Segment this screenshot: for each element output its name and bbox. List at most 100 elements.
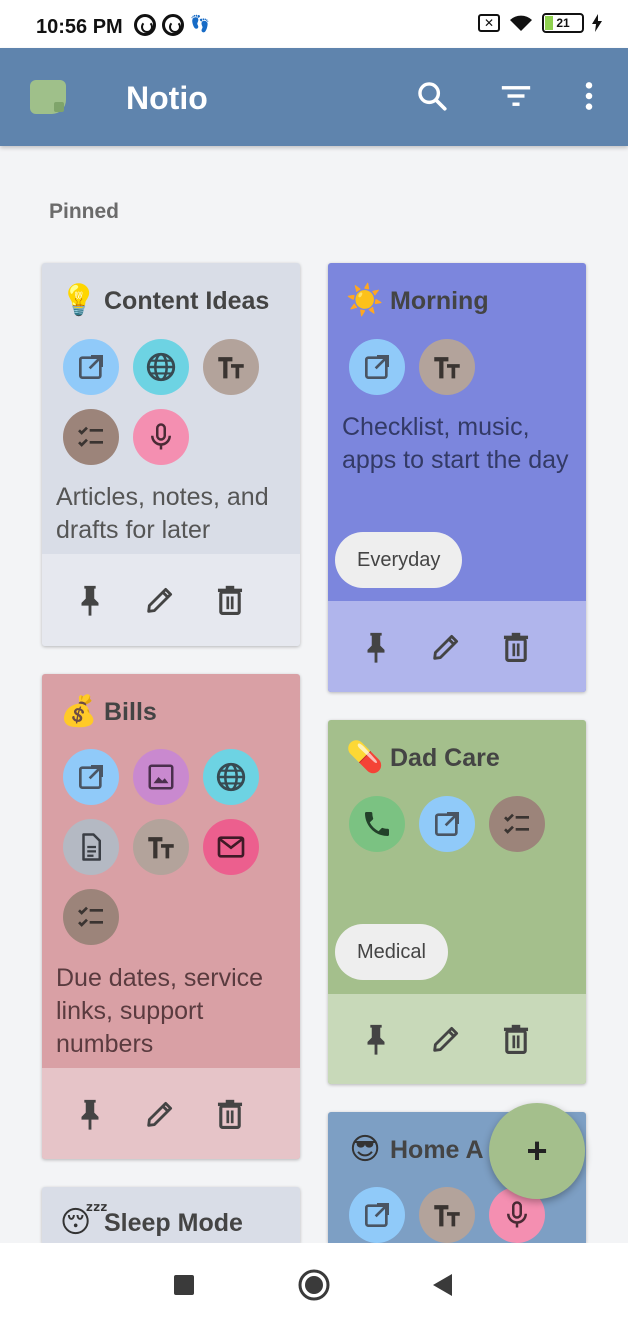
microphone-icon[interactable] — [133, 409, 189, 465]
status-bar: 10:56 PM 👣 ✕ 21 — [0, 0, 628, 48]
pin-icon — [367, 632, 385, 663]
open-link-icon[interactable] — [63, 749, 119, 805]
more-options-button[interactable] — [569, 76, 609, 116]
note-card-dad-care[interactable]: 💊 Dad Care Medical — [328, 720, 586, 1084]
pin-icon — [81, 585, 99, 616]
edit-button[interactable] — [424, 1017, 468, 1061]
search-icon — [418, 82, 447, 111]
text-icon[interactable] — [203, 339, 259, 395]
card-description: Checklist, music, apps to start the day — [342, 413, 569, 474]
delete-button[interactable] — [208, 578, 252, 622]
card-tag[interactable]: Medical — [335, 924, 448, 980]
footsteps-icon: 👣 — [190, 16, 210, 33]
status-time: 10:56 PM — [36, 16, 123, 38]
edit-button[interactable] — [138, 1092, 182, 1136]
more-vert-icon — [585, 82, 593, 110]
app-logo — [30, 80, 66, 114]
card-emoji: ☀️ — [346, 284, 384, 317]
checklist-icon[interactable] — [63, 409, 119, 465]
status-right-icons: ✕ 21 — [478, 13, 602, 33]
battery-icon: 21 — [542, 13, 584, 33]
system-nav-bar — [0, 1243, 628, 1326]
note-card-morning[interactable]: ☀️ Morning Checklist, music, apps to sta… — [328, 263, 586, 692]
note-card-bills[interactable]: 💰 Bills Due dates, service links, suppor… — [42, 674, 300, 1159]
pin-icon — [367, 1024, 385, 1055]
card-emoji: 😎 — [349, 1133, 381, 1166]
filter-button[interactable] — [496, 76, 536, 116]
pin-button[interactable] — [354, 625, 398, 669]
edit-icon — [433, 1026, 459, 1052]
image-icon[interactable] — [133, 749, 189, 805]
card-title: Dad Care — [390, 743, 500, 772]
delete-button[interactable] — [208, 1092, 252, 1136]
app-title: Notio — [126, 80, 208, 116]
card-header: 💊 Dad Care — [346, 740, 500, 776]
text-icon[interactable] — [133, 819, 189, 875]
open-link-icon[interactable] — [349, 1187, 405, 1243]
status-left-icons: 👣 — [134, 14, 210, 36]
globe-icon[interactable] — [133, 339, 189, 395]
checklist-icon[interactable] — [489, 796, 545, 852]
note-card-content-ideas[interactable]: 💡 Content Ideas Articles, notes, and dra… — [42, 263, 300, 646]
pin-button[interactable] — [68, 1092, 112, 1136]
card-title: Content Ideas — [104, 286, 270, 315]
checklist-icon[interactable] — [63, 889, 119, 945]
at-sign-icon — [134, 14, 156, 36]
card-emoji: 💰 — [60, 695, 98, 728]
delete-button[interactable] — [494, 1017, 538, 1061]
card-header: 😴 Sleep Mode — [60, 1205, 243, 1241]
add-note-button[interactable]: + — [489, 1103, 585, 1199]
open-link-icon[interactable] — [63, 339, 119, 395]
delete-icon — [217, 585, 243, 616]
card-description: Articles, notes, and drafts for later — [56, 483, 269, 544]
sim-x-icon: ✕ — [478, 14, 500, 32]
card-actions — [42, 554, 300, 646]
card-header: 💰 Bills — [60, 694, 156, 730]
note-card-sleep-mode[interactable]: 😴 Sleep Mode — [42, 1187, 300, 1243]
document-icon[interactable] — [63, 819, 119, 875]
card-tag[interactable]: Everyday — [335, 532, 463, 588]
filter-icon — [501, 86, 531, 106]
card-emoji: 😴 — [60, 1206, 109, 1239]
app-bar: Notio — [0, 48, 628, 146]
email-icon[interactable] — [203, 819, 259, 875]
pin-button[interactable] — [354, 1017, 398, 1061]
globe-icon[interactable] — [203, 749, 259, 805]
back-icon — [433, 1274, 452, 1296]
card-description: Due dates, service links, support number… — [56, 964, 264, 1058]
card-attachments — [349, 339, 559, 395]
home-icon — [298, 1269, 330, 1301]
card-actions — [328, 601, 586, 692]
pin-button[interactable] — [68, 578, 112, 622]
card-title: Morning — [390, 286, 489, 315]
delete-icon — [503, 632, 529, 662]
delete-icon — [217, 1099, 243, 1129]
back-button[interactable] — [420, 1263, 464, 1307]
text-icon[interactable] — [419, 1187, 475, 1243]
search-button[interactable] — [412, 76, 452, 116]
at-sign-icon — [162, 14, 184, 36]
edit-icon — [147, 587, 173, 613]
recents-button[interactable] — [162, 1263, 206, 1307]
card-attachments — [63, 749, 273, 945]
card-header: ☀️ Morning — [346, 283, 489, 319]
card-attachments — [63, 339, 273, 465]
delete-icon — [503, 1024, 529, 1055]
wifi-icon — [510, 15, 532, 31]
edit-button[interactable] — [138, 578, 182, 622]
delete-button[interactable] — [494, 625, 538, 669]
home-button[interactable] — [292, 1263, 336, 1307]
open-link-icon[interactable] — [349, 339, 405, 395]
charging-icon — [592, 14, 602, 32]
open-link-icon[interactable] — [419, 796, 475, 852]
card-emoji: 💊 — [346, 741, 384, 774]
recents-icon — [174, 1275, 194, 1295]
card-actions — [42, 1068, 300, 1159]
phone-icon[interactable] — [349, 796, 405, 852]
text-icon[interactable] — [419, 339, 475, 395]
card-actions — [328, 994, 586, 1084]
edit-button[interactable] — [424, 625, 468, 669]
edit-icon — [147, 1101, 173, 1127]
section-label-pinned: Pinned — [49, 200, 120, 223]
battery-level: 21 — [556, 16, 570, 30]
